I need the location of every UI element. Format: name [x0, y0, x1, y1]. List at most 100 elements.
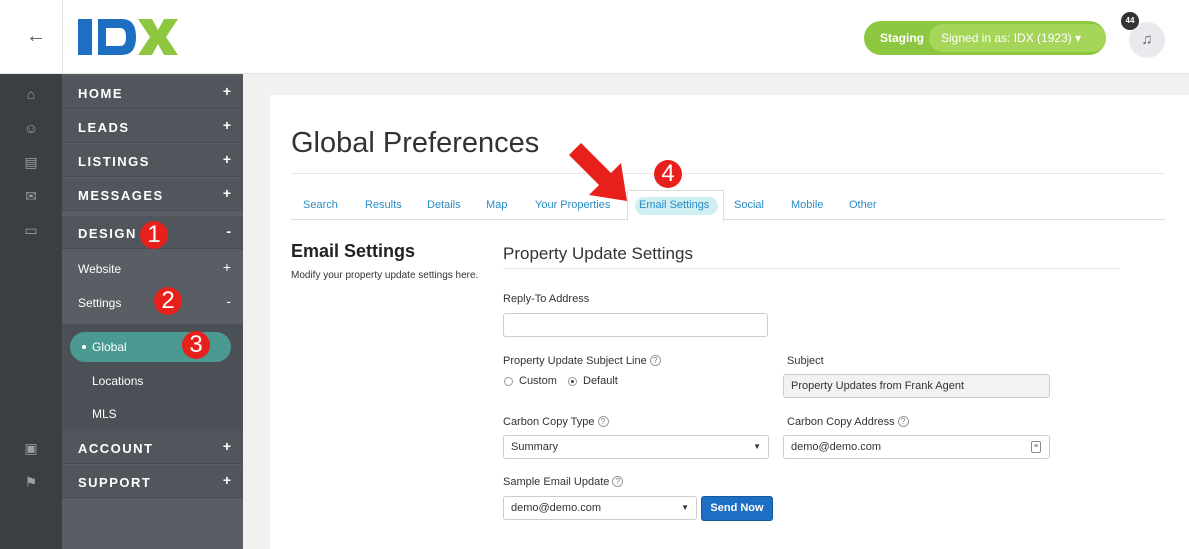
callout-3: 3	[182, 331, 210, 359]
caret-down-icon: ▾	[1075, 31, 1082, 45]
contact-card-icon[interactable]: ≡	[1031, 441, 1041, 453]
callout-1: 1	[140, 221, 168, 249]
tab-details[interactable]: Details	[427, 199, 461, 211]
nav-item-label: HOME	[78, 86, 123, 101]
callout-2: 2	[154, 287, 182, 315]
divider	[503, 268, 1120, 269]
cc-type-select[interactable]: Summary ▼	[503, 435, 769, 459]
help-icon[interactable]: ?	[597, 416, 609, 427]
collapse-icon: -	[226, 293, 231, 309]
tab-social[interactable]: Social	[734, 199, 764, 211]
nav-item-label: DESIGN	[78, 226, 137, 241]
nav-item-support[interactable]: SUPPORT +	[62, 465, 243, 498]
expand-icon: +	[222, 117, 231, 133]
account-dropdown[interactable]: Signed in as: IDX (1923) ▾	[929, 24, 1106, 52]
idx-logo[interactable]	[78, 19, 178, 55]
icon-rail: ⌂ ☺ ▤ ✉ ▭ ▣ ⚑	[0, 74, 62, 549]
expand-icon: +	[222, 472, 231, 488]
sample-email-value: demo@demo.com	[511, 502, 602, 514]
cc-type-value: Summary	[511, 441, 559, 453]
default-radio[interactable]	[568, 377, 577, 386]
nav-item-label: LEADS	[78, 120, 130, 135]
tab-results[interactable]: Results	[365, 199, 402, 211]
help-icon[interactable]: ?	[897, 416, 909, 427]
default-radio-label: Default	[583, 375, 618, 387]
tab-mobile[interactable]: Mobile	[791, 199, 823, 211]
cc-type-label-text: Carbon Copy Type	[503, 416, 595, 428]
nav-item-label: LISTINGS	[78, 154, 150, 169]
nav-item-listings[interactable]: LISTINGS +	[62, 144, 243, 177]
expand-icon: +	[222, 438, 231, 454]
red-arrow-icon	[569, 143, 627, 201]
subject-label: Subject	[787, 355, 824, 367]
send-now-button[interactable]: Send Now	[701, 496, 773, 521]
reply-to-input[interactable]	[503, 313, 768, 337]
nav-item-locations[interactable]: Locations	[62, 364, 243, 397]
expand-icon: +	[222, 83, 231, 99]
caret-down-icon: ▼	[681, 503, 689, 512]
subject-input[interactable]: Property Updates from Frank Agent	[783, 374, 1050, 398]
nav-item-label: Website	[78, 262, 122, 276]
signed-in-label: Signed in as: IDX (1923)	[941, 31, 1072, 45]
nav-item-label: ACCOUNT	[78, 441, 154, 456]
page-title: Global Preferences	[291, 127, 540, 159]
subsection-title: Property Update Settings	[503, 244, 693, 263]
cc-address-label: Carbon Copy Address?	[787, 416, 909, 428]
sample-email-select[interactable]: demo@demo.com ▼	[503, 496, 697, 520]
nav-item-label: Global	[92, 340, 127, 354]
cc-type-label: Carbon Copy Type?	[503, 416, 609, 428]
caret-down-icon: ▼	[753, 442, 761, 451]
help-icon[interactable]: ?	[649, 355, 661, 366]
nav-item-website[interactable]: Website +	[62, 252, 243, 285]
nav-item-home[interactable]: HOME +	[62, 76, 243, 109]
expand-icon: +	[222, 151, 231, 167]
sample-email-label-text: Sample Email Update	[503, 476, 610, 488]
tab-label: Email Settings	[639, 199, 710, 211]
nav-item-settings[interactable]: Settings -	[62, 286, 243, 319]
archive-icon[interactable]: ▣	[23, 440, 39, 456]
nav-item-label: Settings	[78, 296, 122, 310]
tab-bar: Search Results Details Map Your Properti…	[291, 190, 1165, 220]
notification-badge: 44	[1121, 12, 1139, 30]
topbar-divider	[62, 0, 63, 74]
sample-email-label: Sample Email Update?	[503, 476, 624, 488]
collapse-icon: -	[226, 223, 231, 239]
section-description: Modify your property update settings her…	[291, 270, 479, 281]
cc-address-value: demo@demo.com	[791, 441, 882, 453]
tab-other[interactable]: Other	[849, 199, 877, 211]
sidebar-nav: HOME + LEADS + LISTINGS + MESSAGES + DES…	[62, 74, 243, 549]
arrow-left-icon[interactable]: ←	[26, 26, 46, 46]
callout-4: 4	[654, 160, 682, 188]
flag-icon[interactable]: ⚑	[23, 474, 39, 490]
reply-to-label: Reply-To Address	[503, 293, 590, 305]
nav-item-label: MLS	[92, 407, 117, 421]
user-icon[interactable]: ☺	[23, 120, 39, 136]
help-icon[interactable]: ?	[612, 476, 624, 487]
cc-address-input[interactable]: demo@demo.com ≡	[783, 435, 1050, 459]
tab-map[interactable]: Map	[486, 199, 507, 211]
nav-item-mls[interactable]: MLS	[62, 397, 243, 430]
bullet-icon	[82, 345, 86, 349]
expand-icon: +	[222, 259, 231, 275]
expand-icon: +	[222, 185, 231, 201]
mail-icon[interactable]: ✉	[23, 188, 39, 204]
cc-address-label-text: Carbon Copy Address	[787, 416, 895, 428]
listings-icon[interactable]: ▤	[23, 154, 39, 170]
monitor-icon[interactable]: ▭	[23, 222, 39, 238]
subject-line-label-text: Property Update Subject Line	[503, 355, 647, 367]
nav-item-account[interactable]: ACCOUNT +	[62, 431, 243, 464]
section-title: Email Settings	[291, 241, 416, 261]
custom-radio-label: Custom	[519, 375, 557, 387]
nav-item-label: SUPPORT	[78, 475, 152, 490]
environment-label: Staging	[880, 31, 924, 45]
nav-item-label: MESSAGES	[78, 188, 164, 203]
home-icon[interactable]: ⌂	[23, 86, 39, 102]
nav-item-leads[interactable]: LEADS +	[62, 110, 243, 143]
nav-item-messages[interactable]: MESSAGES +	[62, 178, 243, 211]
divider	[291, 173, 1165, 174]
tab-search[interactable]: Search	[303, 199, 338, 211]
tab-email-settings[interactable]: Email Settings	[627, 190, 724, 221]
custom-radio[interactable]	[504, 377, 513, 386]
subject-line-label: Property Update Subject Line?	[503, 355, 661, 367]
top-bar: ← Staging Signed in as: IDX (1923) ▾ ♫ 4…	[0, 0, 1189, 74]
